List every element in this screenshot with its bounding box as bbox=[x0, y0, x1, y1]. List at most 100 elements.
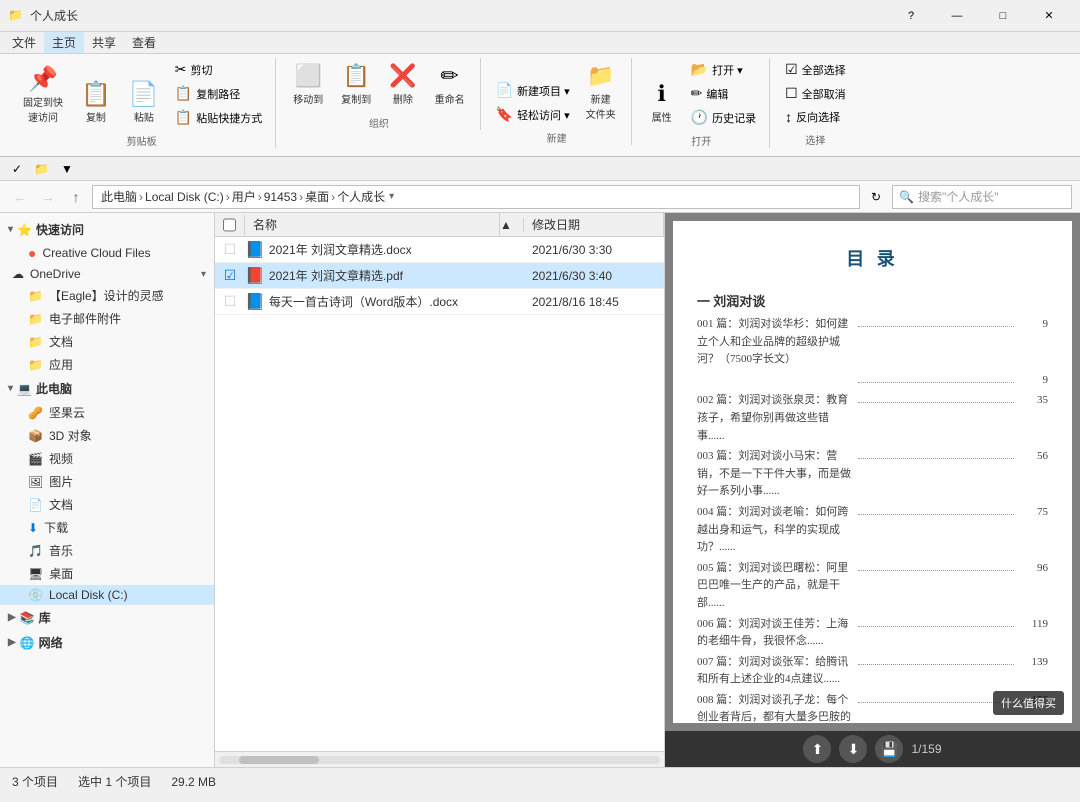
eagle-icon: 📁 bbox=[28, 289, 43, 303]
ribbon-group-open: ℹ 属性 📂 打开 ▾ ✏ 编辑 🕐 历史记录 打开 bbox=[634, 58, 770, 148]
col-header-date[interactable]: 修改日期 bbox=[524, 213, 664, 236]
music-icon: 🎵 bbox=[28, 544, 43, 558]
history-button[interactable]: 🕐 历史记录 bbox=[686, 106, 761, 129]
deselect-all-button[interactable]: ☐ 全部取消 bbox=[780, 82, 851, 105]
sidebar-item-library[interactable]: ▶ 📚 库 bbox=[0, 605, 214, 630]
file-date-3: 2021/8/16 18:45 bbox=[524, 295, 664, 309]
select-all-button[interactable]: ☑ 全部选择 bbox=[780, 58, 851, 81]
address-path[interactable]: 此电脑 › Local Disk (C:) › 用户 › 91453 › 桌面 … bbox=[92, 185, 860, 209]
path-computer: 此电脑 bbox=[101, 188, 137, 205]
up-button[interactable]: ↑ bbox=[64, 185, 88, 209]
sidebar-item-documents[interactable]: 📁 文档 bbox=[0, 330, 214, 353]
menu-view[interactable]: 查看 bbox=[124, 32, 164, 53]
copy-button[interactable]: 📋 复制 bbox=[74, 78, 118, 129]
sidebar-item-apps[interactable]: 📁 应用 bbox=[0, 353, 214, 376]
sidebar-item-docs[interactable]: 📄 文档 bbox=[0, 493, 214, 516]
properties-button[interactable]: ℹ 属性 bbox=[642, 76, 682, 129]
paste-button[interactable]: 📄 粘贴 bbox=[122, 78, 166, 129]
sidebar-item-this-pc[interactable]: ▾ 💻 此电脑 bbox=[0, 376, 214, 401]
sidebar-item-3d[interactable]: 📦 3D 对象 bbox=[0, 424, 214, 447]
maximize-button[interactable]: □ bbox=[980, 0, 1026, 32]
qa-checkmark[interactable]: ✓ bbox=[8, 160, 26, 178]
ribbon-group-clipboard: 📌 固定到快速访问 📋 复制 📄 粘贴 ✂ 剪切 📋 复制路径 bbox=[8, 58, 276, 148]
sidebar-item-video[interactable]: 🎬 视频 bbox=[0, 447, 214, 470]
pdf-save-button[interactable]: 💾 bbox=[875, 735, 903, 763]
history-icon: 🕐 bbox=[691, 109, 708, 126]
invert-select-button[interactable]: ↕ 反向选择 bbox=[780, 106, 851, 128]
col-header-checkbox[interactable] bbox=[215, 215, 245, 235]
scroll-thumb bbox=[239, 756, 319, 764]
file-checkbox-1[interactable]: ☐ bbox=[215, 241, 245, 258]
sidebar-item-desktop[interactable]: 🖥 桌面 bbox=[0, 562, 214, 585]
table-row[interactable]: ☐ 📘 每天一首古诗词（Word版本）.docx 2021/8/16 18:45 bbox=[215, 289, 664, 315]
file-date-2: 2021/6/30 3:40 bbox=[524, 269, 664, 283]
copy-to-button[interactable]: 📋 复制到 bbox=[334, 58, 378, 111]
local-disk-label: Local Disk (C:) bbox=[49, 588, 128, 602]
horizontal-scrollbar[interactable] bbox=[215, 751, 664, 767]
file-date-1: 2021/6/30 3:30 bbox=[524, 243, 664, 257]
qa-folder[interactable]: 📁 bbox=[30, 160, 53, 178]
file-icon-pdf-1: 📕 bbox=[245, 266, 265, 286]
new-folder-button[interactable]: 📁 新建文件夹 bbox=[579, 58, 623, 126]
menu-home[interactable]: 主页 bbox=[44, 32, 84, 53]
easy-access-button[interactable]: 🔖 轻松访问 ▾ bbox=[491, 103, 575, 126]
sidebar-item-quick-access[interactable]: ▾ ⭐ 快速访问 bbox=[0, 217, 214, 242]
onedrive-icon: ☁ bbox=[12, 267, 24, 281]
checkbox-checked-icon: ☑ bbox=[224, 267, 237, 284]
documents-icon: 📁 bbox=[28, 335, 43, 349]
jianguo-label: 坚果云 bbox=[49, 404, 85, 421]
sidebar-item-onedrive[interactable]: ☁ OneDrive ▾ bbox=[0, 264, 214, 284]
menu-file[interactable]: 文件 bbox=[4, 32, 44, 53]
copy-to-label: 复制到 bbox=[341, 91, 371, 106]
pdf-scroll-up-button[interactable]: ⬆ bbox=[803, 735, 831, 763]
close-button[interactable]: ✕ bbox=[1026, 0, 1072, 32]
sidebar-item-music[interactable]: 🎵 音乐 bbox=[0, 539, 214, 562]
sidebar-item-network[interactable]: ▶ 🌐 网络 bbox=[0, 630, 214, 655]
file-checkbox-3[interactable]: ☐ bbox=[215, 293, 245, 310]
new-small-buttons: 📄 新建项目 ▾ 🔖 轻松访问 ▾ bbox=[491, 79, 575, 126]
easy-access-icon: 🔖 bbox=[496, 106, 513, 123]
path-folder: 个人成长 bbox=[337, 188, 385, 205]
documents-label: 文档 bbox=[49, 333, 73, 350]
copy-path-button[interactable]: 📋 复制路径 bbox=[170, 82, 267, 105]
qa-dropdown[interactable]: ▼ bbox=[57, 160, 77, 178]
delete-label: 删除 bbox=[393, 91, 413, 106]
cut-button[interactable]: ✂ 剪切 bbox=[170, 58, 267, 81]
quick-access-toolbar: ✓ 📁 ▼ bbox=[0, 157, 1080, 181]
pin-button[interactable]: 📌 固定到快速访问 bbox=[16, 63, 70, 129]
move-to-button[interactable]: ⬜ 移动到 bbox=[286, 58, 330, 111]
paste-shortcut-button[interactable]: 📋 粘贴快捷方式 bbox=[170, 106, 267, 129]
sidebar-item-pictures[interactable]: 🖼 图片 bbox=[0, 470, 214, 493]
edit-button[interactable]: ✏ 编辑 bbox=[686, 82, 761, 105]
minimize-button[interactable]: — bbox=[934, 0, 980, 32]
pdf-section-1: 一 刘润对谈 bbox=[697, 291, 1048, 310]
col-sort-arrow[interactable]: ▲ bbox=[500, 218, 524, 232]
file-checkbox-2[interactable]: ☑ bbox=[215, 267, 245, 284]
sidebar-item-creative-cloud[interactable]: ● Creative Cloud Files bbox=[0, 242, 214, 264]
list-item: 006 篇：刘润对谈王佳芳：上海的老细牛骨，我很怀念...... 119 bbox=[697, 616, 1048, 651]
watermark: 什么值得买 bbox=[993, 691, 1064, 715]
open-button[interactable]: 📂 打开 ▾ bbox=[686, 58, 761, 81]
sidebar-item-local-disk[interactable]: 💿 Local Disk (C:) bbox=[0, 585, 214, 605]
pdf-content[interactable]: 目 录 一 刘润对谈 001 篇：刘润对谈华杉：如何建立个人和企业品牌的超级护城… bbox=[673, 221, 1072, 723]
new-item-button[interactable]: 📄 新建项目 ▾ bbox=[491, 79, 575, 102]
new-folder-icon: 📁 bbox=[587, 63, 614, 89]
table-row[interactable]: ☐ 📘 2021年 刘润文章精选.docx 2021/6/30 3:30 bbox=[215, 237, 664, 263]
refresh-button[interactable]: ↻ bbox=[864, 185, 888, 209]
search-box[interactable]: 🔍 搜索"个人成长" bbox=[892, 185, 1072, 209]
sidebar-item-email-attachments[interactable]: 📁 电子邮件附件 bbox=[0, 307, 214, 330]
new-folder-label: 新建文件夹 bbox=[586, 91, 616, 121]
col-header-name[interactable]: 名称 bbox=[245, 213, 500, 236]
rename-button[interactable]: ✏ 重命名 bbox=[428, 58, 472, 111]
delete-button[interactable]: ❌ 删除 bbox=[382, 58, 423, 111]
sidebar-item-jianguo[interactable]: 🥜 坚果云 bbox=[0, 401, 214, 424]
help-button[interactable]: ? bbox=[888, 0, 934, 32]
copy-icon: 📋 bbox=[81, 83, 111, 107]
table-row[interactable]: ☑ 📕 2021年 刘润文章精选.pdf 2021/6/30 3:40 bbox=[215, 263, 664, 289]
creative-cloud-icon: ● bbox=[28, 245, 36, 261]
pdf-scroll-down-button[interactable]: ⬇ bbox=[839, 735, 867, 763]
select-all-checkbox[interactable] bbox=[223, 218, 236, 232]
sidebar-item-eagle[interactable]: 📁 【Eagle】设计的灵感 bbox=[0, 284, 214, 307]
menu-share[interactable]: 共享 bbox=[84, 32, 124, 53]
sidebar-item-downloads[interactable]: ⬇ 下载 bbox=[0, 516, 214, 539]
